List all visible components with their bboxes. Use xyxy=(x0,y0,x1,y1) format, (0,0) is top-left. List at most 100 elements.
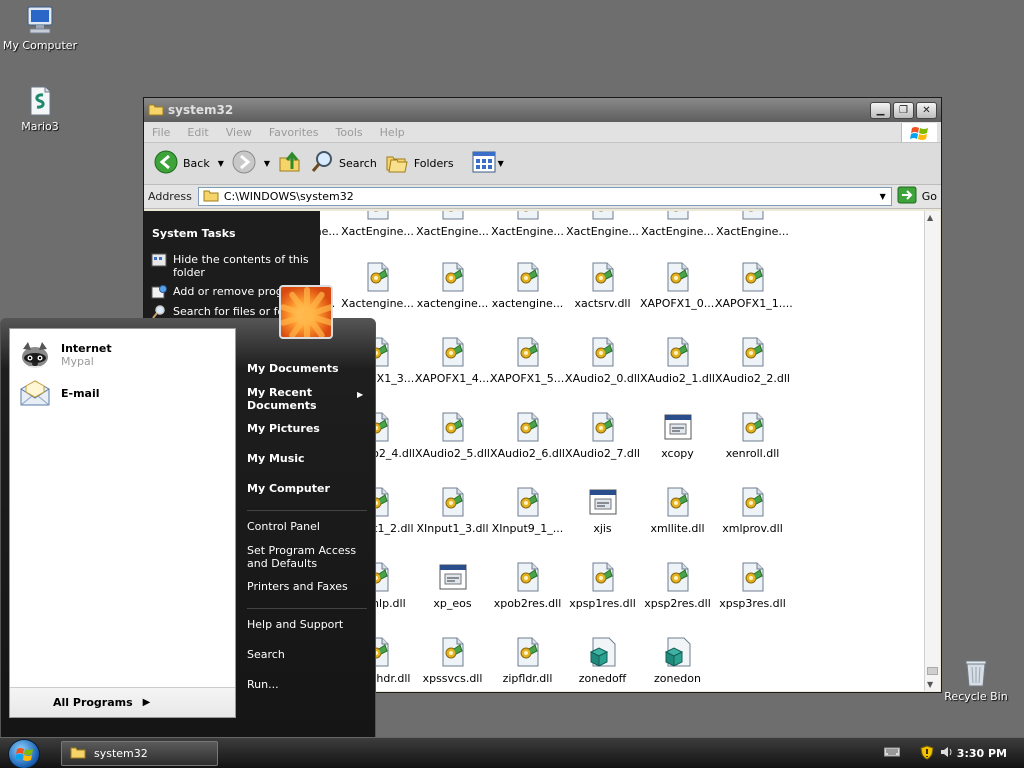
dll-file-icon xyxy=(587,211,619,221)
task-hide-contents[interactable]: Hide the contents of this folder xyxy=(144,240,320,279)
all-programs-button[interactable]: All Programs ▶ xyxy=(10,687,235,717)
search-button[interactable]: Search xyxy=(310,150,377,177)
desktop-icon-mario3[interactable]: Mario3 xyxy=(0,85,80,133)
scroll-down-icon[interactable]: ▼ xyxy=(927,680,933,689)
security-shield-icon[interactable] xyxy=(920,744,934,763)
dll-file-icon xyxy=(512,411,544,443)
start-menu-help-support[interactable]: Help and Support xyxy=(247,618,343,631)
file-item[interactable]: XactEngine... xyxy=(565,211,640,238)
file-item[interactable]: XAudio2_1.dll xyxy=(640,336,715,385)
file-item[interactable]: xjis xyxy=(565,486,640,535)
file-item[interactable]: XAudio2_5.dll xyxy=(415,411,490,460)
file-item[interactable]: XAudio2_7.dll xyxy=(565,411,640,460)
views-dropdown-icon[interactable]: ▼ xyxy=(498,159,504,168)
file-item[interactable]: XAPOFX1_4.... xyxy=(415,336,493,385)
start-menu-label: My Recent Documents xyxy=(247,386,317,412)
dll-file-icon xyxy=(437,211,469,221)
file-item[interactable]: xpssvcs.dll xyxy=(415,636,490,685)
start-menu-printers-faxes[interactable]: Printers and Faxes xyxy=(247,580,348,593)
file-item[interactable]: XAPOFX1_0.... xyxy=(640,261,718,310)
file-item[interactable]: XactEngine... xyxy=(340,211,415,238)
file-item[interactable]: xcopy xyxy=(640,411,715,460)
file-item[interactable]: XInput1_3.dll xyxy=(415,486,490,535)
file-item[interactable]: XAPOFX1_1.... xyxy=(715,261,793,310)
menu-view[interactable]: View xyxy=(226,126,252,139)
start-button[interactable] xyxy=(8,739,40,768)
speaker-icon[interactable] xyxy=(940,745,954,762)
go-button[interactable]: Go xyxy=(897,186,937,207)
pinned-item-email[interactable]: E-mail xyxy=(10,371,235,409)
file-item[interactable]: xactengine... xyxy=(490,261,565,310)
file-item[interactable]: zonedon xyxy=(640,636,715,685)
file-item[interactable]: XAudio2_6.dll xyxy=(490,411,565,460)
address-input[interactable]: C:\WINDOWS\system32 ▼ xyxy=(197,187,892,206)
file-list-view: zonedon zonedoff zipfldr.dll xpssvcs.dll xps… xyxy=(320,211,940,691)
file-item-label: zipfldr.dll xyxy=(502,672,553,685)
start-menu-my-recent-documents[interactable]: My Recent Documents ▶ xyxy=(247,386,363,412)
start-menu-my-pictures[interactable]: My Pictures xyxy=(247,422,320,435)
user-picture[interactable] xyxy=(279,285,333,339)
start-menu-my-documents[interactable]: My Documents xyxy=(247,362,339,375)
file-item[interactable]: xpob2res.dll xyxy=(490,561,565,610)
file-item[interactable]: XAudio2_0.dll xyxy=(565,336,640,385)
start-menu-run[interactable]: Run... xyxy=(247,678,279,691)
menu-favorites[interactable]: Favorites xyxy=(269,126,319,139)
file-item[interactable]: xactsrv.dll xyxy=(565,261,640,310)
desktop-icon-recycle-bin[interactable]: Recycle Bin xyxy=(940,656,1012,703)
menu-tools[interactable]: Tools xyxy=(336,126,363,139)
back-button[interactable]: Back ▼ xyxy=(154,150,224,177)
menu-file[interactable]: File xyxy=(152,126,170,139)
file-item[interactable]: xmlprov.dll xyxy=(715,486,790,535)
file-item[interactable]: XactEngine... xyxy=(640,211,715,238)
close-button[interactable]: ✕ xyxy=(916,101,937,119)
start-menu-my-computer[interactable]: My Computer xyxy=(247,482,330,495)
file-item[interactable]: xmllite.dll xyxy=(640,486,715,535)
file-item[interactable]: xpsp3res.dll xyxy=(715,561,790,610)
pinned-item-internet[interactable]: Internet Mypal xyxy=(10,329,235,371)
start-menu-my-music[interactable]: My Music xyxy=(247,452,305,465)
file-item-label: XAudio2_2.dll xyxy=(715,372,790,385)
start-menu-search[interactable]: Search xyxy=(247,648,285,661)
dll-file-icon xyxy=(737,211,769,221)
taskbar-button-system32[interactable]: system32 xyxy=(61,741,218,766)
vertical-scrollbar[interactable]: ▲ ▼ xyxy=(924,211,940,691)
file-item[interactable]: xp_eos xyxy=(415,561,490,610)
forward-button[interactable]: ▼ xyxy=(232,150,270,177)
file-item[interactable]: xenroll.dll xyxy=(715,411,790,460)
file-item[interactable]: XAPOFX1_5.... xyxy=(490,336,568,385)
file-item[interactable]: xpsp1res.dll xyxy=(565,561,640,610)
file-item[interactable]: xactengine... xyxy=(415,261,490,310)
file-item-label: XAudio2_7.dll xyxy=(565,447,640,460)
file-item-label: xactengine... xyxy=(491,297,564,310)
menu-edit[interactable]: Edit xyxy=(187,126,208,139)
file-item[interactable]: XInput9_1_... xyxy=(490,486,565,535)
file-item[interactable]: XactEngine... xyxy=(320,211,340,238)
menu-help[interactable]: Help xyxy=(380,126,405,139)
start-menu: Internet Mypal E-mail All Programs ▶ My … xyxy=(0,285,376,738)
minimize-button[interactable]: ▁ xyxy=(870,101,891,119)
file-item[interactable]: zonedoff xyxy=(565,636,640,685)
up-folder-button[interactable] xyxy=(278,150,302,177)
maximize-button[interactable]: ❐ xyxy=(893,101,914,119)
scrollbar-thumb[interactable] xyxy=(927,667,938,675)
file-item[interactable]: XactEngine... xyxy=(490,211,565,238)
file-item[interactable]: zipfldr.dll xyxy=(490,636,565,685)
scroll-up-icon[interactable]: ▲ xyxy=(927,213,933,222)
start-menu-control-panel[interactable]: Control Panel xyxy=(247,520,320,533)
start-menu-set-program-access[interactable]: Set Program Access and Defaults xyxy=(247,544,357,570)
clock[interactable]: 3:30 PM xyxy=(957,747,1007,760)
views-button[interactable]: ▼ xyxy=(472,151,504,176)
forward-dropdown-icon[interactable]: ▼ xyxy=(264,159,270,168)
keyboard-icon[interactable] xyxy=(884,746,900,761)
all-programs-arrow-icon: ▶ xyxy=(142,697,151,708)
file-item[interactable]: xpsp2res.dll xyxy=(640,561,715,610)
folders-button[interactable]: Folders xyxy=(385,150,454,177)
address-dropdown-icon[interactable]: ▼ xyxy=(875,192,891,201)
file-item[interactable]: XAudio2_2.dll xyxy=(715,336,790,385)
window-title-bar[interactable]: system32 ▁ ❐ ✕ xyxy=(144,98,941,122)
file-item[interactable]: XactEngine... xyxy=(715,211,790,238)
file-item[interactable]: XactEngine... xyxy=(415,211,490,238)
back-dropdown-icon[interactable]: ▼ xyxy=(218,159,224,168)
desktop-icon-my-computer[interactable]: My Computer xyxy=(0,4,80,52)
file-item[interactable]: Xactengine... xyxy=(340,261,415,310)
